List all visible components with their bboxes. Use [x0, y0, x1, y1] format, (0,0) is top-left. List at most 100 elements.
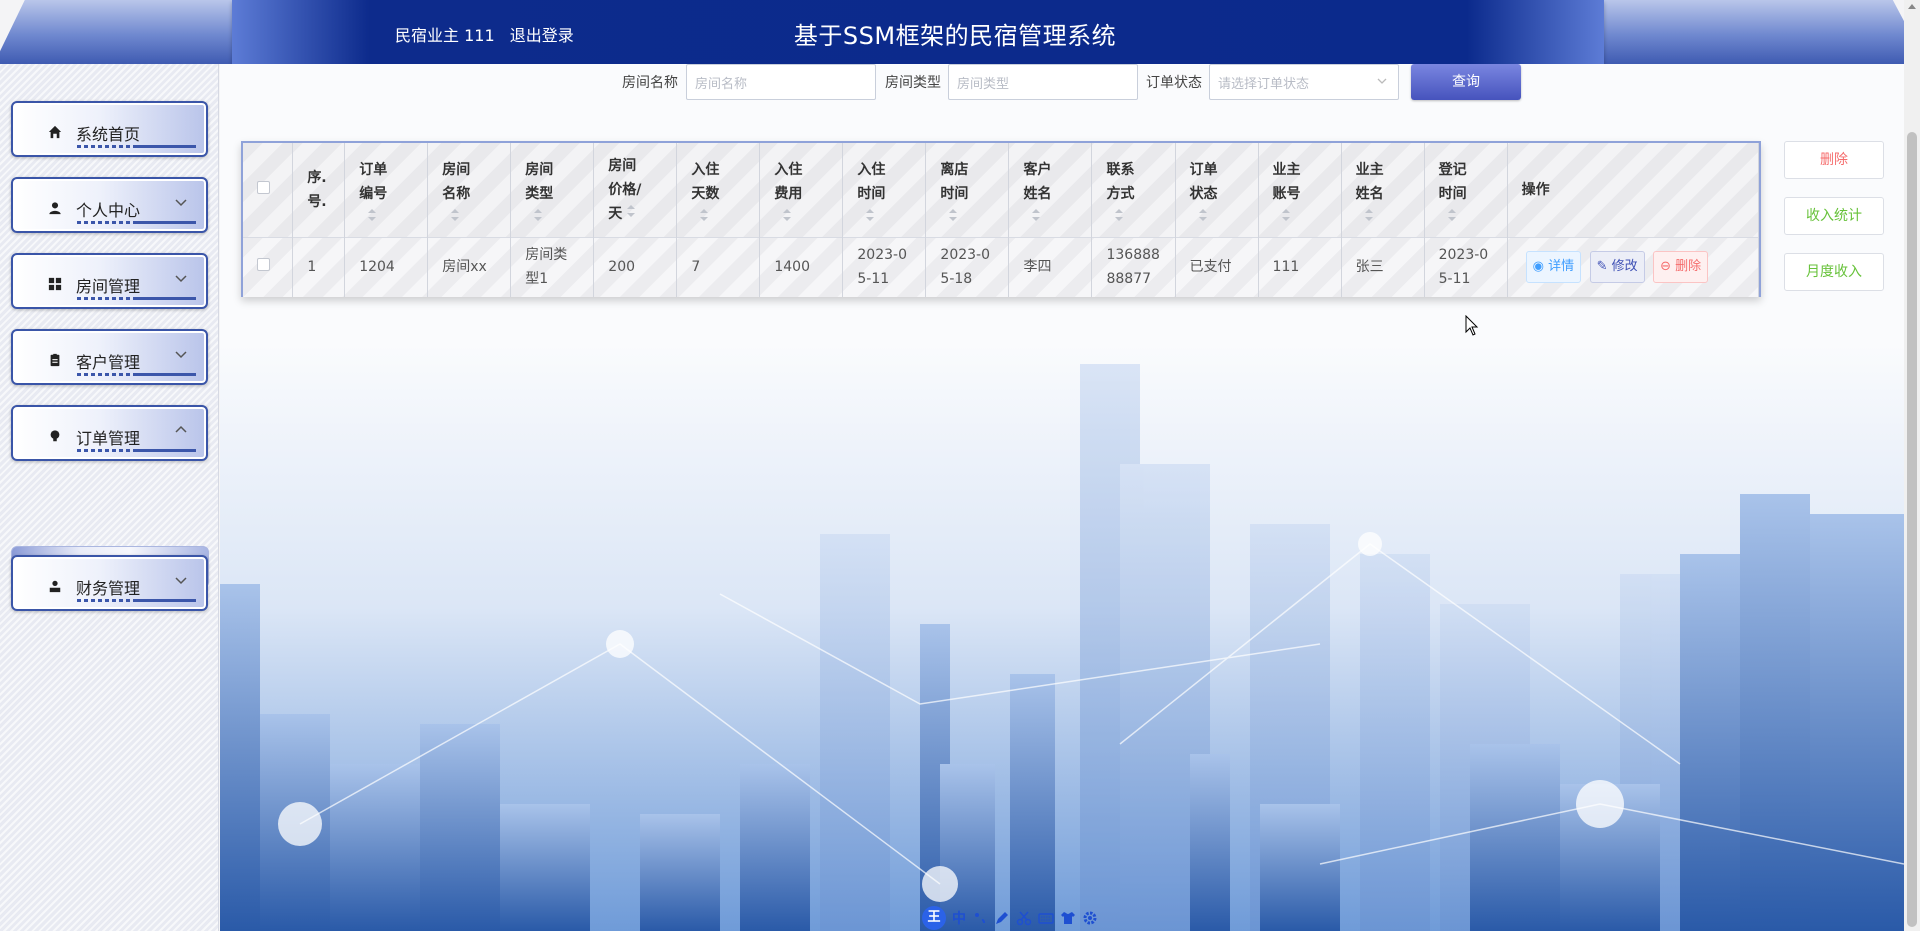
sort-icon[interactable]: [1031, 208, 1041, 222]
column-header[interactable]: 业主 姓名: [1341, 143, 1425, 237]
sort-icon[interactable]: [782, 208, 792, 222]
eye-icon: ◉: [1532, 259, 1544, 275]
ime-toolbar: 王 中: [920, 905, 1116, 931]
logout-link[interactable]: 退出登录: [510, 26, 574, 45]
column-header[interactable]: 订单 状态: [1175, 143, 1259, 237]
column-header[interactable]: 业主 账号: [1258, 143, 1342, 237]
sort-icon[interactable]: [1281, 208, 1291, 222]
ime-mode-toggle[interactable]: 中: [952, 908, 966, 928]
detail-button[interactable]: ◉ 详情: [1525, 251, 1582, 284]
sidebar-item-label: 订单管理: [76, 429, 141, 448]
row-checkbox[interactable]: [257, 258, 270, 272]
city-background-image: [220, 344, 1904, 931]
cell-owner-name: 张三: [1341, 237, 1425, 297]
row-select-cell: [243, 237, 294, 297]
sort-icon[interactable]: [367, 208, 377, 222]
top-header: 民宿业主 111 退出登录 基于SSM框架的民宿管理系统: [0, 0, 1920, 64]
sort-icon[interactable]: [948, 208, 958, 222]
chevron-down-icon: [175, 275, 187, 283]
order-status-select[interactable]: 请选择订单状态: [1209, 64, 1399, 100]
person-icon: [47, 578, 63, 594]
scroll-up-arrow-icon[interactable]: [1908, 4, 1916, 9]
detail-label: 详情: [1548, 259, 1575, 275]
sidebar-item-label: 财务管理: [76, 579, 141, 598]
room-name-input[interactable]: 房间名称: [686, 64, 876, 100]
vertical-scrollbar[interactable]: [1904, 0, 1920, 931]
page-title: 基于SSM框架的民宿管理系统: [793, 22, 1117, 50]
monthly-income-button[interactable]: 月度收入: [1784, 253, 1884, 291]
orders-table: 序. 号. 订单 编号 房间 名称 房间 类型 房间 价格/ 天 入住 天数 入…: [241, 141, 1761, 297]
sidebar-item-label: 客户管理: [76, 353, 141, 372]
sidebar-item-home[interactable]: 系统首页: [11, 101, 208, 157]
scissors-icon[interactable]: [1016, 910, 1032, 926]
room-type-input[interactable]: 房间类型: [948, 64, 1138, 100]
order-status-placeholder: 请选择订单状态: [1218, 77, 1310, 92]
cell-fee: 1400: [759, 237, 844, 297]
sort-icon[interactable]: [533, 208, 543, 222]
cell-price: 200: [593, 237, 678, 297]
query-button[interactable]: 查询: [1411, 64, 1521, 100]
sort-icon[interactable]: [699, 208, 709, 222]
search-bar: 房间名称 房间名称 房间类型 房间类型 订单状态 请选择订单状态 查询: [220, 64, 1904, 104]
column-header-label: 业主 账号: [1272, 161, 1301, 202]
settings-gear-icon[interactable]: [1082, 910, 1098, 926]
column-header[interactable]: 房间 价格/ 天: [593, 143, 678, 237]
sidebar-item-profile[interactable]: 个人中心: [11, 177, 208, 233]
sidebar-item-label: 房间管理: [76, 277, 141, 296]
column-header: 序. 号.: [292, 143, 346, 237]
column-header[interactable]: 房间 名称: [427, 143, 512, 237]
menu-decoration: [77, 221, 196, 224]
sort-icon[interactable]: [450, 208, 460, 222]
column-header-label: 房间 名称: [442, 161, 471, 202]
sidebar-item-label: 个人中心: [76, 201, 141, 220]
sort-icon[interactable]: [626, 204, 636, 218]
edit-label: 修改: [1611, 259, 1638, 275]
menu-decoration: [77, 449, 196, 452]
header-wing-right: [1580, 0, 1920, 64]
column-header[interactable]: 登记 时间: [1424, 143, 1508, 237]
column-header[interactable]: 离店 时间: [925, 143, 1010, 237]
column-header-label: 客户 姓名: [1023, 161, 1052, 202]
sidebar-item-orders[interactable]: 订单管理: [11, 405, 208, 461]
sidebar-item-rooms[interactable]: 房间管理: [11, 253, 208, 309]
cell-status: 已支付: [1175, 237, 1259, 297]
column-header[interactable]: 客户 姓名: [1008, 143, 1093, 237]
column-header-label: 订单 状态: [1189, 161, 1218, 202]
sort-icon[interactable]: [1447, 208, 1457, 222]
cell-register-time: 2023-05-11: [1424, 237, 1508, 297]
column-header[interactable]: 联系 方式: [1091, 143, 1176, 237]
chevron-up-icon: [175, 425, 187, 433]
keyboard-icon[interactable]: [1038, 910, 1054, 926]
edit-button[interactable]: ✎ 修改: [1589, 251, 1645, 284]
column-header[interactable]: 入住 时间: [842, 143, 927, 237]
column-header[interactable]: 房间 类型: [510, 143, 595, 237]
pen-icon[interactable]: [994, 910, 1010, 926]
chevron-down-icon: [175, 351, 187, 359]
table-row[interactable]: 1 1204 房间xx 房间类型1 200 7 1400 2023-05-11 …: [243, 237, 1760, 297]
column-header-label: 登记 时间: [1438, 161, 1467, 202]
row-delete-button[interactable]: ⊖ 删除: [1653, 251, 1709, 284]
skin-icon[interactable]: [1060, 910, 1076, 926]
select-all-checkbox[interactable]: [257, 180, 270, 194]
sort-icon[interactable]: [865, 208, 875, 222]
scrollbar-thumb[interactable]: [1907, 132, 1917, 927]
cell-days: 7: [676, 237, 761, 297]
user-area: 民宿业主 111 退出登录: [395, 22, 584, 46]
column-header[interactable]: 入住 费用: [759, 143, 844, 237]
cell-phone: 13688888877: [1091, 237, 1176, 297]
bulb-icon: [47, 428, 63, 444]
income-stats-button[interactable]: 收入统计: [1784, 197, 1884, 235]
grid-icon: [47, 276, 63, 292]
sort-icon[interactable]: [1114, 208, 1124, 222]
ime-logo-icon[interactable]: 王: [922, 906, 946, 930]
sort-icon[interactable]: [1364, 208, 1374, 222]
batch-delete-button[interactable]: 删除: [1784, 141, 1884, 179]
sort-icon[interactable]: [1198, 208, 1208, 222]
sidebar-item-customers[interactable]: 客户管理: [11, 329, 208, 385]
punctuation-icon[interactable]: [972, 910, 988, 926]
column-header[interactable]: 订单 编号: [344, 143, 429, 237]
column-header-label: 业主 姓名: [1355, 161, 1384, 202]
sidebar-item-finance[interactable]: 财务管理: [11, 555, 208, 611]
user-icon: [47, 200, 63, 216]
column-header[interactable]: 入住 天数: [676, 143, 761, 237]
